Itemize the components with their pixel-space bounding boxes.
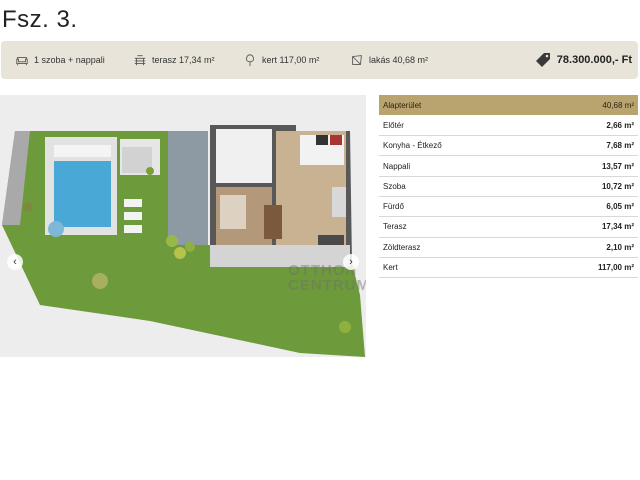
sofa-icon (16, 56, 28, 66)
area-value: 13,57 m² (535, 155, 638, 177)
table-row: Konyha - Étkező 7,68 m² (379, 135, 638, 157)
summary-terrace-text: terasz 17,34 m² (152, 55, 215, 65)
summary-garden-text: kert 117,00 m² (262, 55, 320, 65)
area-name: Kert (379, 257, 535, 279)
page-title: Fsz. 3. (2, 6, 78, 33)
summary-rooms-text: 1 szoba + nappali (34, 55, 105, 65)
summary-flat: lakás 40,68 m² (350, 41, 428, 79)
table-row: Alapterület 40,68 m² (379, 95, 638, 116)
area-value: 10,72 m² (535, 176, 638, 197)
table-row: Terasz 17,34 m² (379, 216, 638, 238)
summary-garden: kert 117,00 m² (243, 41, 319, 79)
table-row: Fürdő 6,05 m² (379, 196, 638, 218)
area-name: Előtér (379, 115, 535, 137)
summary-flat-text: lakás 40,68 m² (369, 55, 429, 65)
table-row: Szoba 10,72 m² (379, 176, 638, 197)
table-row: Kert 117,00 m² (379, 257, 638, 279)
summary-terrace: terasz 17,34 m² (133, 41, 215, 79)
terrace-icon (134, 55, 146, 66)
area-name: Nappali (379, 155, 535, 177)
area-value: 6,05 m² (535, 196, 638, 218)
area-name: Terasz (379, 216, 535, 238)
area-value: 2,66 m² (535, 115, 638, 137)
carousel-prev-button[interactable]: ‹ (7, 254, 23, 270)
price-text: 78.300.000,- Ft (556, 54, 632, 66)
summary-rooms: 1 szoba + nappali (15, 41, 105, 79)
table-row: Előtér 2,66 m² (379, 115, 638, 137)
tree-icon (246, 54, 254, 67)
area-table: Alapterület 40,68 m² Előtér 2,66 m² Konyha… (379, 95, 638, 279)
watermark-line2: CENTRUM (288, 277, 366, 294)
area-name: Szoba (379, 176, 535, 197)
floor-area-icon (352, 55, 362, 65)
area-name: Zöldterasz (379, 237, 535, 258)
area-value: 117,00 m² (535, 257, 638, 279)
pool (54, 161, 111, 227)
summary-bar: 1 szoba + nappali terasz 17,34 m² kert 1… (1, 41, 638, 79)
paved-path (168, 131, 208, 245)
area-name: Alapterület (379, 95, 535, 116)
summary-price: 78.300.000,- Ft (535, 41, 632, 79)
table-row: Nappali 13,57 m² (379, 155, 638, 177)
floor-plan-image: OTTHON CENTRUM (0, 95, 366, 357)
area-value: 40,68 m² (535, 95, 638, 116)
price-tag-icon (535, 53, 550, 67)
carousel-next-button[interactable]: › (343, 254, 359, 270)
area-value: 7,68 m² (535, 135, 638, 157)
bathroom (216, 129, 272, 183)
area-value: 2,10 m² (535, 237, 638, 258)
table-row: Zöldterasz 2,10 m² (379, 237, 638, 258)
area-value: 17,34 m² (535, 216, 638, 238)
area-name: Konyha - Étkező (379, 135, 535, 157)
area-name: Fürdő (379, 196, 535, 218)
